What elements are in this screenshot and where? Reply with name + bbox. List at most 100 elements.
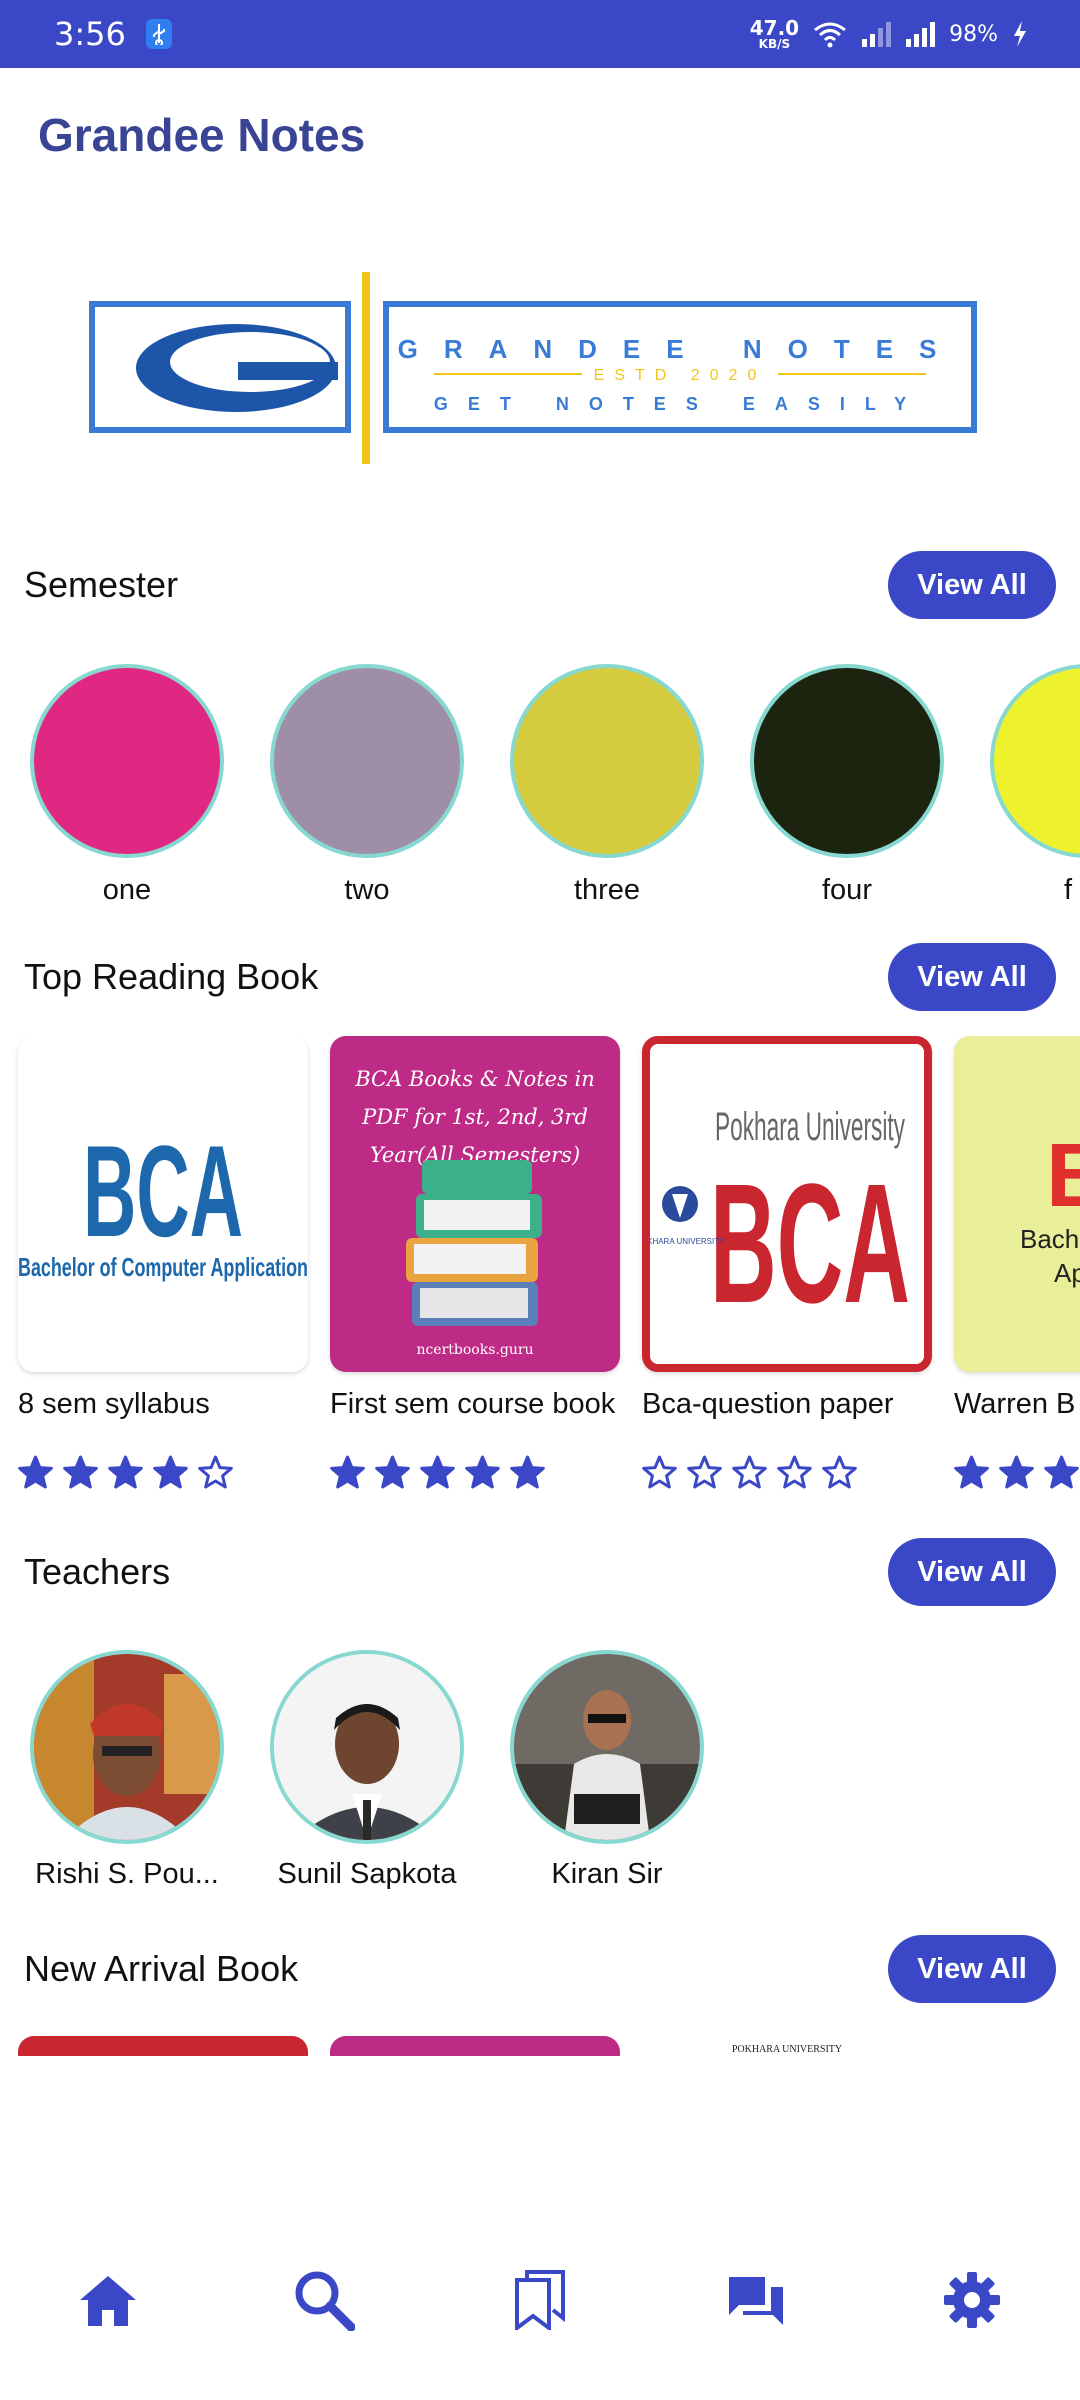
top-reading-view-all-button[interactable]: View All	[888, 943, 1056, 1011]
books-stack-icon	[406, 1160, 542, 1326]
semester-circle	[750, 664, 944, 858]
book-card[interactable]: BCA Books & Notes in PDF for 1st, 2nd, 3…	[330, 1036, 620, 1490]
star-filled-icon	[153, 1455, 188, 1489]
semester-label: one	[102, 874, 152, 906]
charging-icon	[1014, 21, 1026, 47]
semester-label: two	[344, 874, 390, 906]
network-speed: 47.0 KB/S	[749, 16, 800, 51]
top-reading-list[interactable]: BCA Bachelor of Computer Application 8 s…	[0, 1036, 1080, 1516]
nav-settings[interactable]	[932, 2260, 1012, 2340]
book-cover	[330, 2036, 620, 2056]
star-filled-icon	[375, 1455, 410, 1489]
book-title: Warren B	[954, 1388, 1076, 1420]
semester-circle	[510, 664, 704, 858]
svg-text:Bachelor of Computer Applicati: Bachelor of Computer Application	[18, 1252, 308, 1282]
book-cover-footer: ncertbooks.guru	[416, 1342, 534, 1358]
semester-circle	[270, 664, 464, 858]
teachers-view-all-button[interactable]: View All	[888, 1538, 1056, 1606]
semester-label: four	[822, 874, 872, 906]
star-filled-icon	[330, 1455, 365, 1489]
avatar	[270, 1650, 464, 1844]
semester-item[interactable]: two	[270, 664, 464, 907]
new-arrival-view-all-button[interactable]: View All	[888, 1935, 1056, 2003]
book-card[interactable]: BCA Bachelor of Computer Application 8 s…	[18, 1036, 308, 1490]
star-filled-icon	[1044, 1455, 1079, 1489]
nav-search[interactable]	[284, 2260, 364, 2340]
svg-text:GET NOTES EASILY: GET NOTES EASILY	[434, 394, 926, 414]
star-filled-icon	[63, 1455, 98, 1489]
teacher-item[interactable]: Kiran Sir	[510, 1650, 704, 1891]
star-filled-icon	[954, 1455, 989, 1489]
svg-text:B: B	[1046, 1126, 1080, 1226]
top-reading-title: Top Reading Book	[24, 956, 319, 997]
svg-text:GRANDEE NOTES: GRANDEE NOTES	[398, 334, 963, 364]
signal-icon-2	[906, 22, 936, 47]
new-arrival-section-header: New Arrival Book View All	[24, 1934, 1056, 2004]
book-cover	[18, 2036, 308, 2056]
teachers-title: Teachers	[24, 1551, 171, 1592]
app-title: Grandee Notes	[38, 109, 366, 161]
star-outline-icon	[822, 1455, 857, 1489]
nav-messages[interactable]	[716, 2260, 796, 2340]
star-outline-icon	[642, 1455, 677, 1489]
svg-text:Bachel: Bachel	[1020, 1224, 1080, 1254]
semester-view-all-button[interactable]: View All	[888, 551, 1056, 619]
book-rating	[330, 1455, 620, 1490]
semester-label: three	[573, 874, 641, 906]
book-card[interactable]: B Bachel Ap Warren B	[954, 1036, 1080, 1490]
book-title: First sem course book	[330, 1388, 616, 1420]
semester-item[interactable]: f	[990, 664, 1080, 907]
star-filled-icon	[420, 1455, 455, 1489]
avatar	[30, 1650, 224, 1844]
book-title: Bca-question paper	[642, 1388, 894, 1420]
book-card[interactable]: Pokhara University BCA POKHARA UNIVERSIT…	[642, 1036, 932, 1490]
new-arrival-title: New Arrival Book	[24, 1948, 299, 1989]
svg-text:BCA: BCA	[710, 1149, 910, 1339]
teachers-list[interactable]: Rishi S. Pou... Sunil Sapkota Kiran Sir	[0, 1650, 1080, 1900]
star-filled-icon	[999, 1455, 1034, 1489]
home-icon	[80, 2276, 136, 2326]
new-arrival-card[interactable]	[18, 2036, 308, 2056]
star-outline-icon	[198, 1455, 233, 1489]
semester-item[interactable]: one	[30, 664, 224, 907]
semester-section-header: Semester View All	[24, 550, 1056, 620]
bottom-nav	[0, 2240, 1080, 2360]
svg-text:ESTD 2020: ESTD 2020	[594, 367, 767, 384]
svg-text:Ap: Ap	[1054, 1258, 1080, 1288]
usb-icon	[145, 19, 172, 49]
teachers-section-header: Teachers View All	[24, 1537, 1056, 1607]
svg-text:POKHARA UNIVERSITY: POKHARA UNIVERSITY	[650, 1237, 725, 1246]
teacher-item[interactable]: Rishi S. Pou...	[30, 1650, 224, 1891]
nav-bookmarks[interactable]	[500, 2260, 580, 2340]
new-arrival-card[interactable]: POKHARA UNIVERSITY	[642, 2036, 932, 2056]
status-time: 3:56	[54, 15, 126, 53]
top-reading-section-header: Top Reading Book View All	[24, 942, 1056, 1012]
svg-text:BCA: BCA	[83, 1118, 243, 1264]
grandee-notes-logo: GRANDEE NOTES ESTD 2020 GET NOTES EASILY	[89, 272, 977, 464]
star-filled-icon	[510, 1455, 545, 1489]
star-filled-icon	[465, 1455, 500, 1489]
book-rating	[954, 1455, 1080, 1490]
avatar	[510, 1650, 704, 1844]
semester-list[interactable]: one two three four f	[0, 664, 1080, 914]
teacher-item[interactable]: Sunil Sapkota	[270, 1650, 464, 1891]
teacher-name: Rishi S. Pou...	[35, 1858, 219, 1890]
teacher-name: Sunil Sapkota	[277, 1858, 457, 1890]
semester-item[interactable]: four	[750, 664, 944, 907]
nav-home[interactable]	[68, 2260, 148, 2340]
new-arrival-card[interactable]	[330, 2036, 620, 2056]
search-icon	[295, 2271, 355, 2331]
book-title: 8 sem syllabus	[18, 1388, 210, 1420]
book-cover: BCA Books & Notes in PDF for 1st, 2nd, 3…	[330, 1036, 620, 1372]
bookmark-icon	[515, 2270, 565, 2330]
book-cover: B Bachel Ap	[954, 1036, 1080, 1372]
semester-circle	[990, 664, 1080, 858]
status-bar: 3:56 47.0 KB/S 98%	[0, 0, 1080, 68]
svg-text:Pokhara University: Pokhara University	[715, 1105, 905, 1149]
book-cover: Pokhara University BCA POKHARA UNIVERSIT…	[642, 1036, 932, 1372]
star-filled-icon	[108, 1455, 143, 1489]
semester-label: f	[1064, 874, 1073, 906]
chat-icon	[729, 2277, 783, 2325]
semester-item[interactable]: three	[510, 664, 704, 907]
settings-icon	[944, 2272, 1000, 2328]
